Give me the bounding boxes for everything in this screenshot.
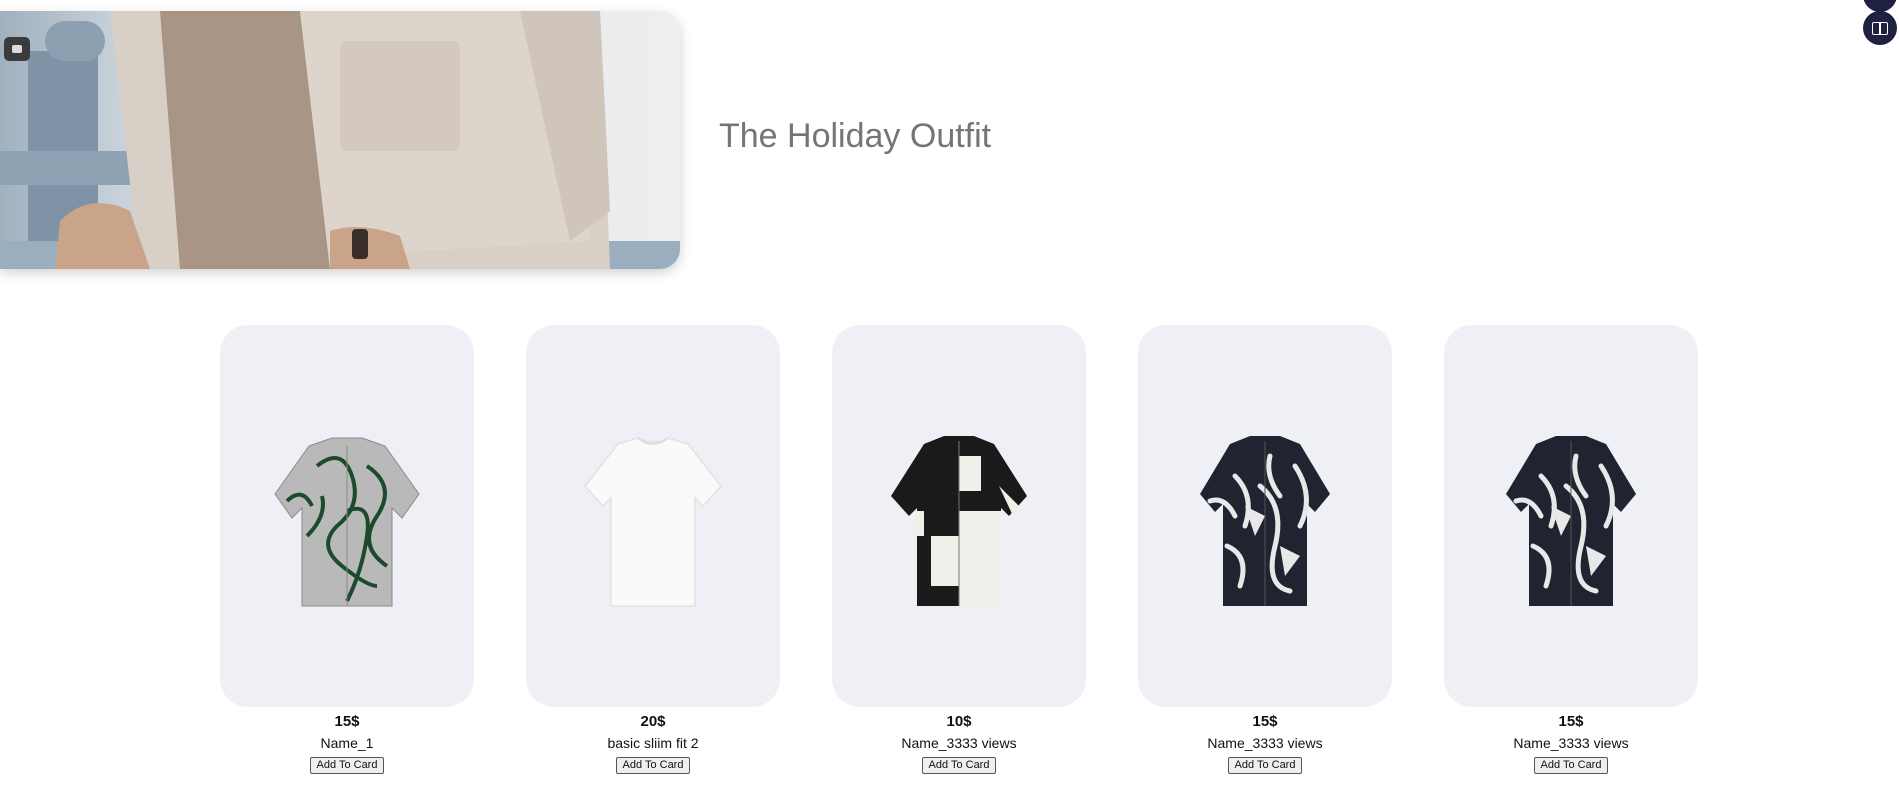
hero-image [0, 11, 680, 269]
product-image[interactable] [1138, 325, 1392, 707]
product-card: 15$ Name_3333 views Add To Card [1138, 325, 1392, 774]
product-card: 15$ Name_1 Add To Card [220, 325, 474, 774]
add-to-card-button[interactable]: Add To Card [1533, 757, 1609, 774]
page-title: The Holiday Outfit [719, 117, 992, 155]
add-to-card-button[interactable]: Add To Card [921, 757, 997, 774]
image-badge-icon[interactable] [4, 37, 30, 61]
product-list: 15$ Name_1 Add To Card 20$ basic sliim f… [220, 325, 1698, 774]
add-to-card-button[interactable]: Add To Card [309, 757, 385, 774]
book-icon [1872, 21, 1888, 35]
add-to-card-button[interactable]: Add To Card [615, 757, 691, 774]
product-card: 15$ Name_3333 views Add To Card [1444, 325, 1698, 774]
add-to-card-button[interactable]: Add To Card [1227, 757, 1303, 774]
product-name: Name_3333 views [901, 735, 1017, 751]
product-card: 10$ Name_3333 views Add To Card [832, 325, 1086, 774]
product-name: Name_3333 views [1513, 735, 1629, 751]
product-image[interactable] [526, 325, 780, 707]
product-price: 10$ [946, 713, 972, 730]
product-image[interactable] [220, 325, 474, 707]
product-price: 15$ [1252, 713, 1278, 730]
product-price: 15$ [334, 713, 360, 730]
product-price: 15$ [1558, 713, 1584, 730]
product-name: basic sliim fit 2 [607, 735, 699, 751]
product-card: 20$ basic sliim fit 2 Add To Card [526, 325, 780, 774]
product-price: 20$ [640, 713, 666, 730]
reader-mode-button[interactable] [1863, 11, 1897, 45]
product-name: Name_3333 views [1207, 735, 1323, 751]
page: The Holiday Outfit 15$ Name_1 Add To Car… [0, 0, 1899, 805]
product-image[interactable] [1444, 325, 1698, 707]
product-image[interactable] [832, 325, 1086, 707]
product-name: Name_1 [320, 735, 374, 751]
